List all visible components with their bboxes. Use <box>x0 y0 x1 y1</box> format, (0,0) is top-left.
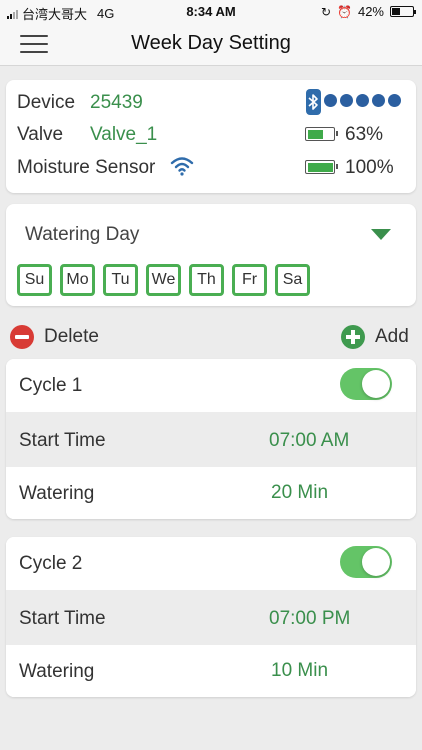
sensor-battery-percent: 100% <box>345 157 394 178</box>
start-time-value[interactable]: 07:00 AM <box>269 430 349 452</box>
signal-dot <box>388 94 401 107</box>
status-right: ↻ ⏰ 42% <box>320 4 416 19</box>
status-bar: 台湾大哥大 4G 8:34 AM ↻ ⏰ 42% <box>0 0 422 22</box>
cycle-enable-toggle[interactable] <box>340 368 392 400</box>
nav-bar: Week Day Setting <box>0 22 422 66</box>
start-time-row[interactable]: Start Time 07:00 AM <box>6 412 416 467</box>
moisture-sensor-label: Moisture Sensor <box>17 157 156 178</box>
alarm-icon: ⏰ <box>337 4 352 19</box>
valve-label: Valve <box>17 124 64 145</box>
cycle-header: Cycle 2 <box>6 537 416 590</box>
valve-name: Valve_1 <box>90 124 158 145</box>
wifi-icon <box>170 157 194 176</box>
signal-dot <box>324 94 337 107</box>
delete-button[interactable]: Delete <box>44 326 99 348</box>
signal-dot <box>372 94 385 107</box>
delete-icon[interactable] <box>10 325 34 349</box>
valve-battery-percent: 63% <box>345 124 384 145</box>
day-button-sunday[interactable]: Su <box>17 264 52 296</box>
signal-dot <box>356 94 369 107</box>
signal-strength-dots <box>324 94 401 107</box>
page-title: Week Day Setting <box>131 32 291 54</box>
device-label: Device <box>17 92 76 113</box>
watering-duration-value[interactable]: 20 Min <box>271 482 328 504</box>
device-info-card: Device 25439 Valve Valve_1 Moisture Sens… <box>6 80 416 193</box>
add-icon[interactable] <box>341 325 365 349</box>
signal-dot <box>340 94 353 107</box>
add-button[interactable]: Add <box>375 326 409 348</box>
start-time-label: Start Time <box>19 608 106 629</box>
cycle-header: Cycle 1 <box>6 359 416 412</box>
start-time-row[interactable]: Start Time 07:00 PM <box>6 590 416 645</box>
day-button-tuesday[interactable]: Tu <box>103 264 138 296</box>
start-time-value[interactable]: 07:00 PM <box>269 608 350 630</box>
day-button-monday[interactable]: Mo <box>60 264 95 296</box>
day-selector: Su Mo Tu We Th Fr Sa <box>17 264 310 296</box>
day-button-saturday[interactable]: Sa <box>275 264 310 296</box>
device-id: 25439 <box>90 92 143 113</box>
cycle-name: Cycle 1 <box>19 375 83 396</box>
cycle-card: Cycle 1 Start Time 07:00 AM Watering 20 … <box>6 359 416 519</box>
sensor-battery-fill <box>307 162 333 172</box>
watering-duration-row[interactable]: Watering 20 Min <box>6 467 416 519</box>
cycle-actions: Delete Add <box>0 322 422 352</box>
status-battery-fill <box>392 8 401 15</box>
day-button-friday[interactable]: Fr <box>232 264 267 296</box>
watering-day-title: Watering Day <box>25 224 140 245</box>
watering-duration-row[interactable]: Watering 10 Min <box>6 645 416 697</box>
watering-label: Watering <box>19 483 95 504</box>
start-time-label: Start Time <box>19 430 106 451</box>
cycle-enable-toggle[interactable] <box>340 546 392 578</box>
toggle-knob <box>362 548 390 576</box>
valve-battery-icon <box>305 127 338 141</box>
watering-duration-value[interactable]: 10 Min <box>271 660 328 682</box>
valve-battery-fill <box>307 129 324 139</box>
sensor-battery-icon <box>305 160 338 174</box>
bluetooth-icon <box>306 89 321 115</box>
status-battery-icon <box>390 6 416 17</box>
cycle-name: Cycle 2 <box>19 553 83 574</box>
watering-day-card: Watering Day Su Mo Tu We Th Fr Sa <box>6 204 416 306</box>
watering-label: Watering <box>19 661 95 682</box>
day-button-thursday[interactable]: Th <box>189 264 224 296</box>
dropdown-triangle-icon[interactable] <box>371 229 391 240</box>
toggle-knob <box>362 370 390 398</box>
orientation-lock-icon: ↻ <box>320 4 332 19</box>
day-button-wednesday[interactable]: We <box>146 264 181 296</box>
cycle-card: Cycle 2 Start Time 07:00 PM Watering 10 … <box>6 537 416 697</box>
battery-percent: 42% <box>357 4 384 19</box>
